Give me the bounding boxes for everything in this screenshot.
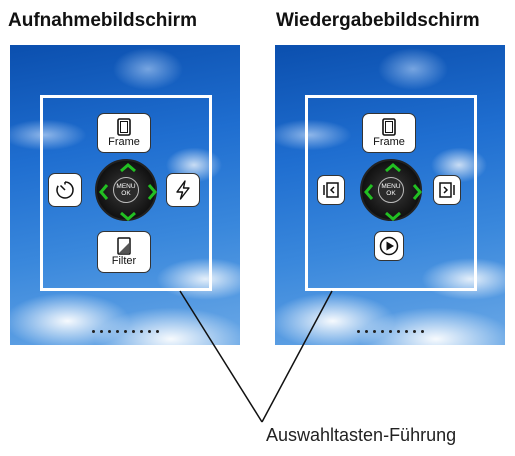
selection-guide-caption: Auswahltasten-Führung xyxy=(266,425,457,445)
leader-line-left xyxy=(179,290,263,423)
leader-line-right xyxy=(261,290,333,423)
leader-lines xyxy=(179,290,333,423)
